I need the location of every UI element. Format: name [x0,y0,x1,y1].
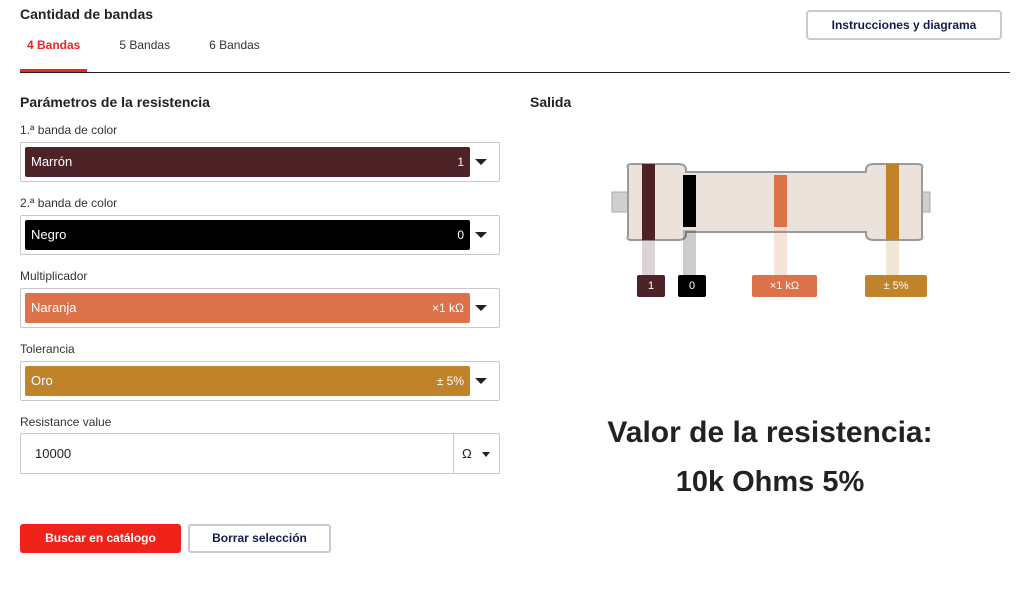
chevron-down-icon [475,305,487,311]
multiplier-value-label: ×1 kΩ [752,275,817,297]
resistor-band-multiplier [774,175,787,227]
multiplier-label: Multiplicador [20,269,88,283]
multiplier-value: ×1 kΩ [432,301,464,315]
chevron-down-icon [475,378,487,384]
tab-5-bands[interactable]: 5 Bandas [112,30,177,72]
band1-color-name: Marrón [31,154,73,169]
tabs-divider [20,72,1010,73]
band2-color-name: Negro [31,227,67,242]
multiplier-color-name: Naranja [31,300,77,315]
multiplier-connector [774,230,787,275]
unit-select[interactable]: Ω [453,434,499,473]
band2-value: 0 [457,228,464,242]
params-title: Parámetros de la resistencia [20,94,210,110]
tolerance-color-name: Oro [31,373,53,388]
band-tabs: 4 Bandas 5 Bandas 6 Bandas [20,30,292,72]
band2-select[interactable]: Negro 0 [20,215,500,255]
tolerance-select[interactable]: Oro ± 5% [20,361,500,401]
result-value: 10k Ohms 5% [675,466,865,498]
tab-4-bands[interactable]: 4 Bandas [20,30,88,72]
result-title: Valor de la resistencia: [607,416,933,449]
resistance-value-input[interactable] [21,434,453,473]
tolerance-connector [886,240,899,275]
band-2-value-label: 0 [678,275,706,297]
band1-label: 1.ª banda de color [20,123,118,137]
tolerance-value: ± 5% [436,374,464,388]
multiplier-color-swatch: Naranja ×1 kΩ [25,293,470,323]
tolerance-color-swatch: Oro ± 5% [25,366,470,396]
band2-label: 2.ª banda de color [20,196,118,210]
output-title: Salida [530,94,572,110]
resistor-band-2 [683,175,696,227]
resistance-value-label: Resistance value [20,415,112,429]
unit-value: Ω [462,446,472,461]
band-1-value-label: 1 [637,275,665,297]
tolerance-label: Tolerancia [20,342,75,356]
band-count-title: Cantidad de bandas [20,6,154,22]
band2-color-swatch: Negro 0 [25,220,470,250]
band1-value: 1 [457,155,464,169]
band1-select[interactable]: Marrón 1 [20,142,500,182]
band1-color-swatch: Marrón 1 [25,147,470,177]
tolerance-value-label: ± 5% [865,275,927,297]
search-catalog-button[interactable]: Buscar en catálogo [20,524,181,553]
band-2-connector [683,230,696,275]
resistor-band-tolerance [886,164,899,240]
multiplier-select[interactable]: Naranja ×1 kΩ [20,288,500,328]
band-1-connector [642,240,655,275]
chevron-down-icon [482,452,490,457]
resistance-value-field: Ω [20,433,500,474]
instructions-button[interactable]: Instrucciones y diagrama [806,10,1002,40]
tab-6-bands[interactable]: 6 Bandas [202,30,267,72]
resistor-band-1 [642,164,655,240]
chevron-down-icon [475,232,487,238]
chevron-down-icon [475,159,487,165]
clear-selection-button[interactable]: Borrar selección [188,524,331,553]
